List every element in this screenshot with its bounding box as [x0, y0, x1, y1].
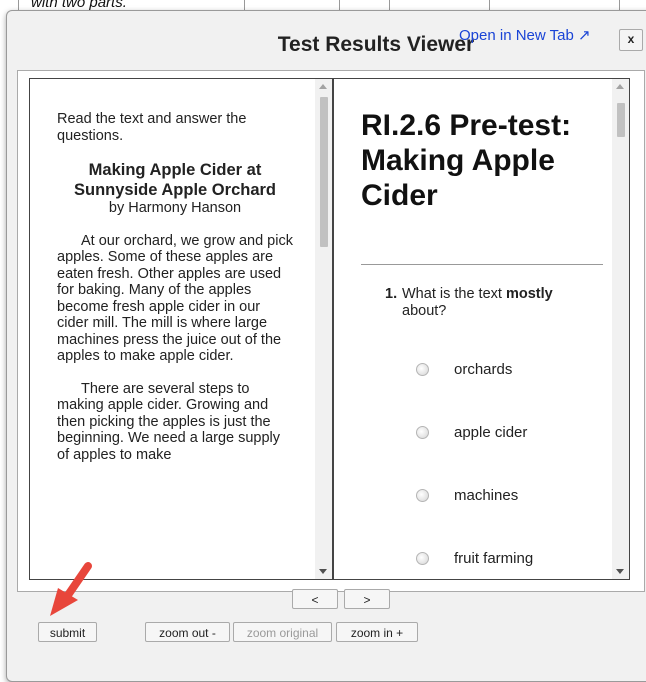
- question-text: What is the text mostly about?: [402, 286, 582, 320]
- previous-question-button[interactable]: <: [292, 589, 338, 609]
- question-number: 1.: [385, 286, 398, 302]
- close-button[interactable]: x: [619, 29, 643, 51]
- background-divider: [489, 0, 490, 10]
- scroll-up-icon[interactable]: [319, 84, 327, 89]
- passage-content: Read the text and answer the questions. …: [57, 111, 293, 479]
- next-question-button[interactable]: >: [344, 589, 390, 609]
- passage-paragraph: At our orchard, we grow and pick apples.…: [57, 232, 293, 365]
- passage-instructions: Read the text and answer the questions.: [57, 111, 247, 144]
- title-divider: [361, 264, 603, 265]
- submit-button[interactable]: submit: [38, 622, 97, 642]
- annotation-arrow-icon: [50, 562, 92, 616]
- passage-paragraph: There are several steps to making apple …: [57, 380, 281, 463]
- option-label[interactable]: orchards: [454, 361, 512, 378]
- scroll-down-icon[interactable]: [319, 569, 327, 574]
- question-emphasis: mostly: [505, 286, 553, 302]
- question-pane[interactable]: RI.2.6 Pre-test: Making Apple Cider 1. W…: [333, 78, 630, 580]
- question-scroll-thumb[interactable]: [617, 103, 625, 137]
- background-divider: [389, 0, 390, 10]
- option-label[interactable]: fruit farming: [454, 550, 533, 567]
- radio-button[interactable]: [416, 363, 429, 376]
- zoom-in-button[interactable]: zoom in +: [336, 622, 418, 642]
- scroll-down-icon[interactable]: [616, 569, 624, 574]
- radio-button[interactable]: [416, 552, 429, 565]
- passage-pane[interactable]: Read the text and answer the questions. …: [29, 78, 333, 580]
- background-divider: [244, 0, 245, 10]
- passage-title: Making Apple Cider at Sunnyside Apple Or…: [73, 161, 276, 199]
- question-scrollbar[interactable]: [612, 79, 629, 579]
- radio-button[interactable]: [416, 489, 429, 502]
- radio-button[interactable]: [416, 426, 429, 439]
- question-text-end: about?: [402, 303, 447, 319]
- open-in-new-tab-link[interactable]: Open in New Tab ↗: [459, 26, 591, 44]
- background-divider: [339, 0, 340, 10]
- question-text-start: What is the text: [402, 286, 502, 302]
- zoom-out-button[interactable]: zoom out -: [145, 622, 230, 642]
- background-divider: [619, 0, 620, 10]
- test-title: RI.2.6 Pre-test: Making Apple Cider: [361, 109, 572, 212]
- passage-scroll-thumb[interactable]: [320, 97, 328, 247]
- passage-scrollbar[interactable]: [315, 79, 332, 579]
- option-label[interactable]: apple cider: [454, 424, 527, 441]
- scroll-up-icon[interactable]: [616, 84, 624, 89]
- zoom-original-button: zoom original: [233, 622, 332, 642]
- passage-author: by Harmony Hanson: [108, 200, 242, 216]
- option-label[interactable]: machines: [454, 487, 518, 504]
